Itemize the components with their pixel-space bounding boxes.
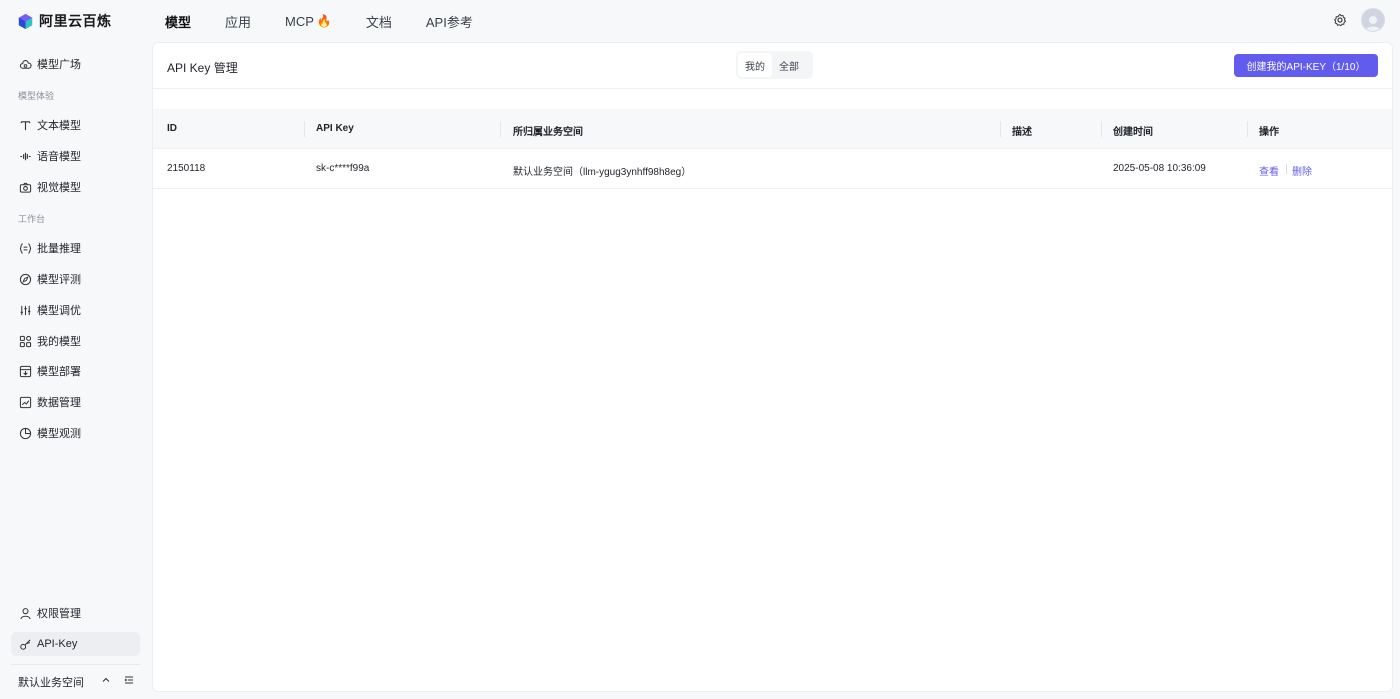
- page-title: API Key 管理: [167, 61, 238, 75]
- camera-icon: [19, 182, 32, 193]
- sidebar-item-model-observability[interactable]: 模型观测: [11, 421, 140, 445]
- topnav-item-models[interactable]: 模型: [165, 12, 191, 31]
- create-api-key-button[interactable]: 创建我的API-KEY（1/10）: [1234, 54, 1378, 77]
- avatar[interactable]: [1361, 8, 1385, 32]
- sidebar-item-label: 我的模型: [37, 336, 81, 348]
- batch-icon: [19, 242, 32, 254]
- fire-icon: 🔥: [316, 14, 332, 28]
- sidebar-item-api-key[interactable]: API-Key: [11, 632, 140, 656]
- sidebar-item-model-deployment[interactable]: 模型部署: [11, 359, 140, 383]
- cloud-icon: [19, 59, 32, 69]
- sidebar-item-label: 模型观测: [37, 428, 81, 440]
- topnav-item-apps[interactable]: 应用: [225, 12, 251, 31]
- collapse-menu-icon[interactable]: [124, 675, 134, 685]
- column-header-actions: 操作: [1259, 127, 1279, 138]
- column-header-created: 创建时间: [1113, 127, 1153, 138]
- sidebar-item-batch-inference[interactable]: 批量推理: [11, 236, 140, 260]
- column-header-description: 描述: [1012, 127, 1032, 138]
- sidebar-item-label: 模型评测: [37, 274, 81, 286]
- sidebar-item-text-model[interactable]: 文本模型: [11, 113, 140, 137]
- user-icon: [20, 607, 31, 619]
- topnav-label: 文档: [365, 14, 392, 30]
- action-divider: [1286, 164, 1287, 174]
- top-nav: 模型 应用 MCP 🔥 文档 API参考: [165, 12, 507, 31]
- chevron-up-icon[interactable]: [101, 675, 111, 685]
- column-header-api-key: API Key: [316, 123, 354, 134]
- workspace-switcher[interactable]: 默认业务空间: [18, 674, 138, 690]
- sidebar-item-label: 视觉模型: [37, 182, 81, 194]
- sidebar-item-permissions[interactable]: 权限管理: [11, 601, 140, 625]
- top-bar: 阿里云百炼 模型 应用 MCP 🔥 文档 API参考: [0, 0, 1400, 42]
- api-key-panel: API Key 管理 我的 全部 创建我的API-KEY（1/10） ID AP…: [152, 42, 1393, 692]
- gear-icon[interactable]: [1333, 13, 1347, 27]
- section-label-workbench: 工作台: [18, 214, 46, 224]
- topnav-label: 模型: [165, 14, 192, 30]
- column-header-id: ID: [167, 123, 177, 134]
- scope-segmented-control: 我的 全部: [736, 51, 813, 79]
- column-divider: [1101, 121, 1102, 137]
- app-name: 阿里云百炼: [39, 13, 112, 29]
- sliders-icon: [20, 305, 31, 315]
- sidebar-item-speech-model[interactable]: 语音模型: [11, 144, 140, 168]
- logo[interactable]: 阿里云百炼: [17, 11, 165, 31]
- text-icon: [20, 120, 31, 130]
- cell-workspace: 默认业务空间（llm-ygug3ynhff98h8eg）: [513, 167, 692, 178]
- segment-all[interactable]: 全部: [772, 53, 806, 77]
- deploy-icon: [19, 365, 32, 377]
- topbar-actions: [1333, 8, 1385, 32]
- pie-icon: [19, 427, 32, 439]
- column-divider: [500, 121, 501, 137]
- view-link[interactable]: 查看: [1259, 163, 1279, 178]
- sidebar-item-my-models[interactable]: 我的模型: [11, 329, 140, 353]
- sidebar-item-label: 语音模型: [37, 151, 81, 163]
- bailian-logo-icon: [18, 13, 33, 29]
- compass-icon: [19, 273, 32, 285]
- topnav-label: MCP: [285, 13, 314, 29]
- column-divider: [1000, 121, 1001, 137]
- sidebar-item-model-square[interactable]: 模型广场: [11, 52, 140, 76]
- sidebar-item-label: 文本模型: [37, 120, 81, 132]
- sidebar-item-label: 模型调优: [37, 305, 81, 317]
- table-header: ID API Key 所归属业务空间 描述 创建时间 操作: [153, 109, 1392, 149]
- user-avatar-icon: [1365, 16, 1381, 31]
- column-header-workspace: 所归属业务空间: [513, 127, 583, 138]
- topnav-item-api-reference[interactable]: API参考: [426, 12, 473, 31]
- topnav-item-docs[interactable]: 文档: [366, 12, 392, 31]
- cell-api-key: sk-c****f99a: [316, 163, 370, 174]
- grid-icon: [19, 335, 32, 347]
- sidebar-item-label: 模型广场: [37, 59, 81, 71]
- sidebar-item-model-evaluation[interactable]: 模型评测: [11, 267, 140, 291]
- topnav-label: 应用: [225, 14, 252, 30]
- column-divider: [1247, 121, 1248, 137]
- key-icon: [20, 638, 31, 650]
- sidebar: 模型广场 模型体验 文本模型 语音模型 视觉模型 工作台 批量推理 模型评测 模…: [0, 42, 152, 699]
- waveform-icon: [20, 152, 31, 160]
- section-label-model-experience: 模型体验: [18, 91, 55, 101]
- panel-header: API Key 管理 我的 全部 创建我的API-KEY（1/10）: [153, 43, 1392, 89]
- delete-link[interactable]: 删除: [1292, 163, 1312, 178]
- sidebar-item-label: 数据管理: [37, 397, 81, 409]
- chart-icon: [19, 396, 32, 408]
- topnav-label: API参考: [425, 14, 473, 30]
- sidebar-item-label: 模型部署: [37, 366, 81, 378]
- sidebar-item-vision-model[interactable]: 视觉模型: [11, 175, 140, 199]
- sidebar-divider: [11, 664, 140, 665]
- api-key-table: ID API Key 所归属业务空间 描述 创建时间 操作 2150118 sk…: [153, 109, 1392, 189]
- sidebar-item-label: 批量推理: [37, 243, 81, 255]
- topnav-item-mcp[interactable]: MCP 🔥: [285, 14, 332, 29]
- sidebar-item-data-management[interactable]: 数据管理: [11, 390, 140, 414]
- sidebar-item-model-tuning[interactable]: 模型调优: [11, 298, 140, 322]
- segment-mine[interactable]: 我的: [738, 53, 772, 77]
- workspace-name: 默认业务空间: [18, 677, 84, 689]
- table-row: 2150118 sk-c****f99a 默认业务空间（llm-ygug3ynh…: [153, 149, 1392, 189]
- sidebar-item-label: API-Key: [37, 638, 78, 650]
- cell-created: 2025-05-08 10:36:09: [1113, 163, 1206, 174]
- sidebar-item-label: 权限管理: [37, 608, 81, 620]
- cell-id: 2150118: [167, 163, 206, 174]
- column-divider: [304, 121, 305, 137]
